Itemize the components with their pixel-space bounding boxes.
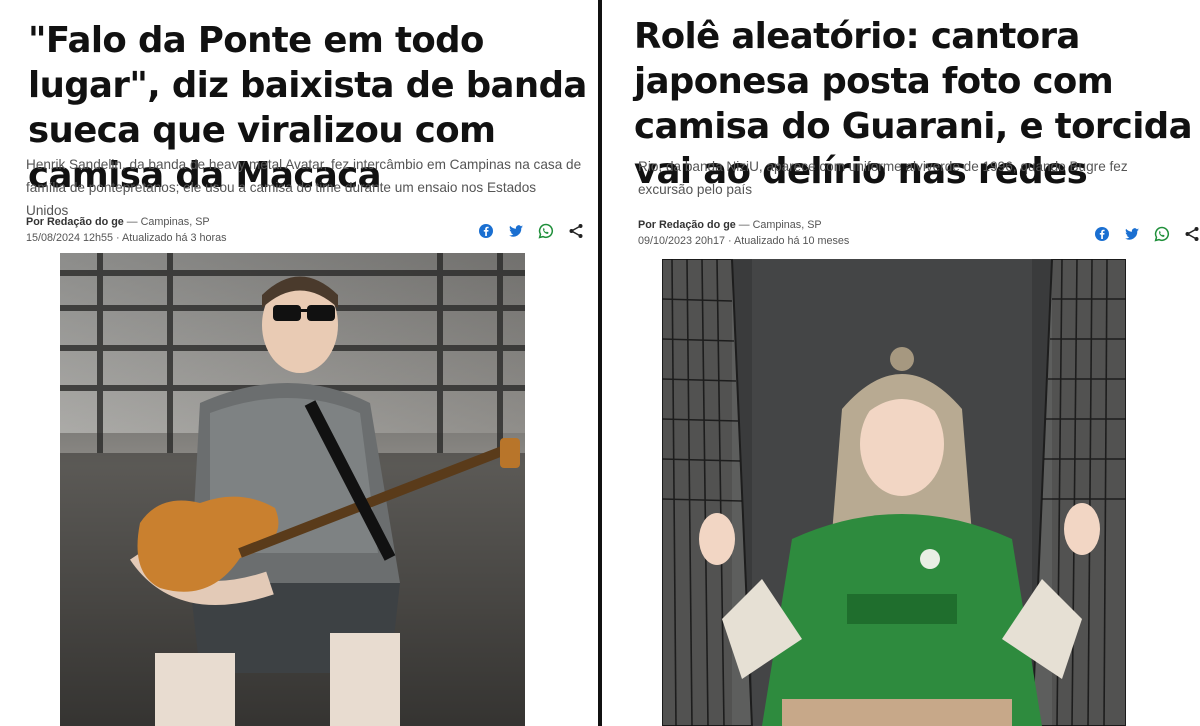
whatsapp-icon	[538, 223, 554, 239]
right-article: Rolê aleatório: cantora japonesa posta f…	[604, 0, 1200, 726]
facebook-icon	[1095, 227, 1109, 241]
left-article: "Falo da Ponte em todo lugar", diz baixi…	[0, 0, 598, 726]
whatsapp-button[interactable]	[538, 223, 554, 239]
share-icon	[1185, 227, 1199, 241]
left-byline: Por Redação do ge — Campinas, SP 15/08/2…	[26, 214, 227, 246]
right-location: — Campinas, SP	[735, 219, 822, 231]
bassist-photo-illustration	[60, 253, 525, 726]
panel-divider	[598, 0, 602, 726]
twitter-button[interactable]	[508, 223, 524, 239]
singer-photo-illustration	[662, 259, 1126, 726]
right-article-photo[interactable]	[662, 259, 1126, 726]
right-byline: Por Redação do ge — Campinas, SP 09/10/2…	[638, 217, 849, 249]
whatsapp-button[interactable]	[1154, 226, 1170, 242]
left-share-bar	[478, 223, 584, 239]
right-subtitle: Rio, da banda NiziU, aparece com uniform…	[638, 159, 1128, 197]
share-button[interactable]	[1184, 226, 1200, 242]
whatsapp-icon	[1154, 226, 1170, 242]
left-location: — Campinas, SP	[123, 216, 210, 228]
twitter-icon	[509, 225, 523, 237]
left-subtitle: Henrik Sandelin, da banda de heavy metal…	[26, 157, 582, 218]
share-button[interactable]	[568, 223, 584, 239]
facebook-button[interactable]	[478, 223, 494, 239]
share-icon	[569, 224, 583, 238]
right-datetime: 09/10/2023 20h17 · Atualizado há 10 mese…	[638, 235, 850, 247]
left-article-photo[interactable]	[60, 253, 525, 726]
facebook-icon	[479, 224, 493, 238]
right-author[interactable]: Por Redação do ge	[638, 219, 736, 231]
left-author[interactable]: Por Redação do ge	[26, 216, 124, 228]
twitter-button[interactable]	[1124, 226, 1140, 242]
left-datetime: 15/08/2024 12h55 · Atualizado há 3 horas	[26, 232, 227, 244]
facebook-button[interactable]	[1094, 226, 1110, 242]
twitter-icon	[1125, 228, 1139, 240]
right-share-bar	[1094, 226, 1200, 242]
